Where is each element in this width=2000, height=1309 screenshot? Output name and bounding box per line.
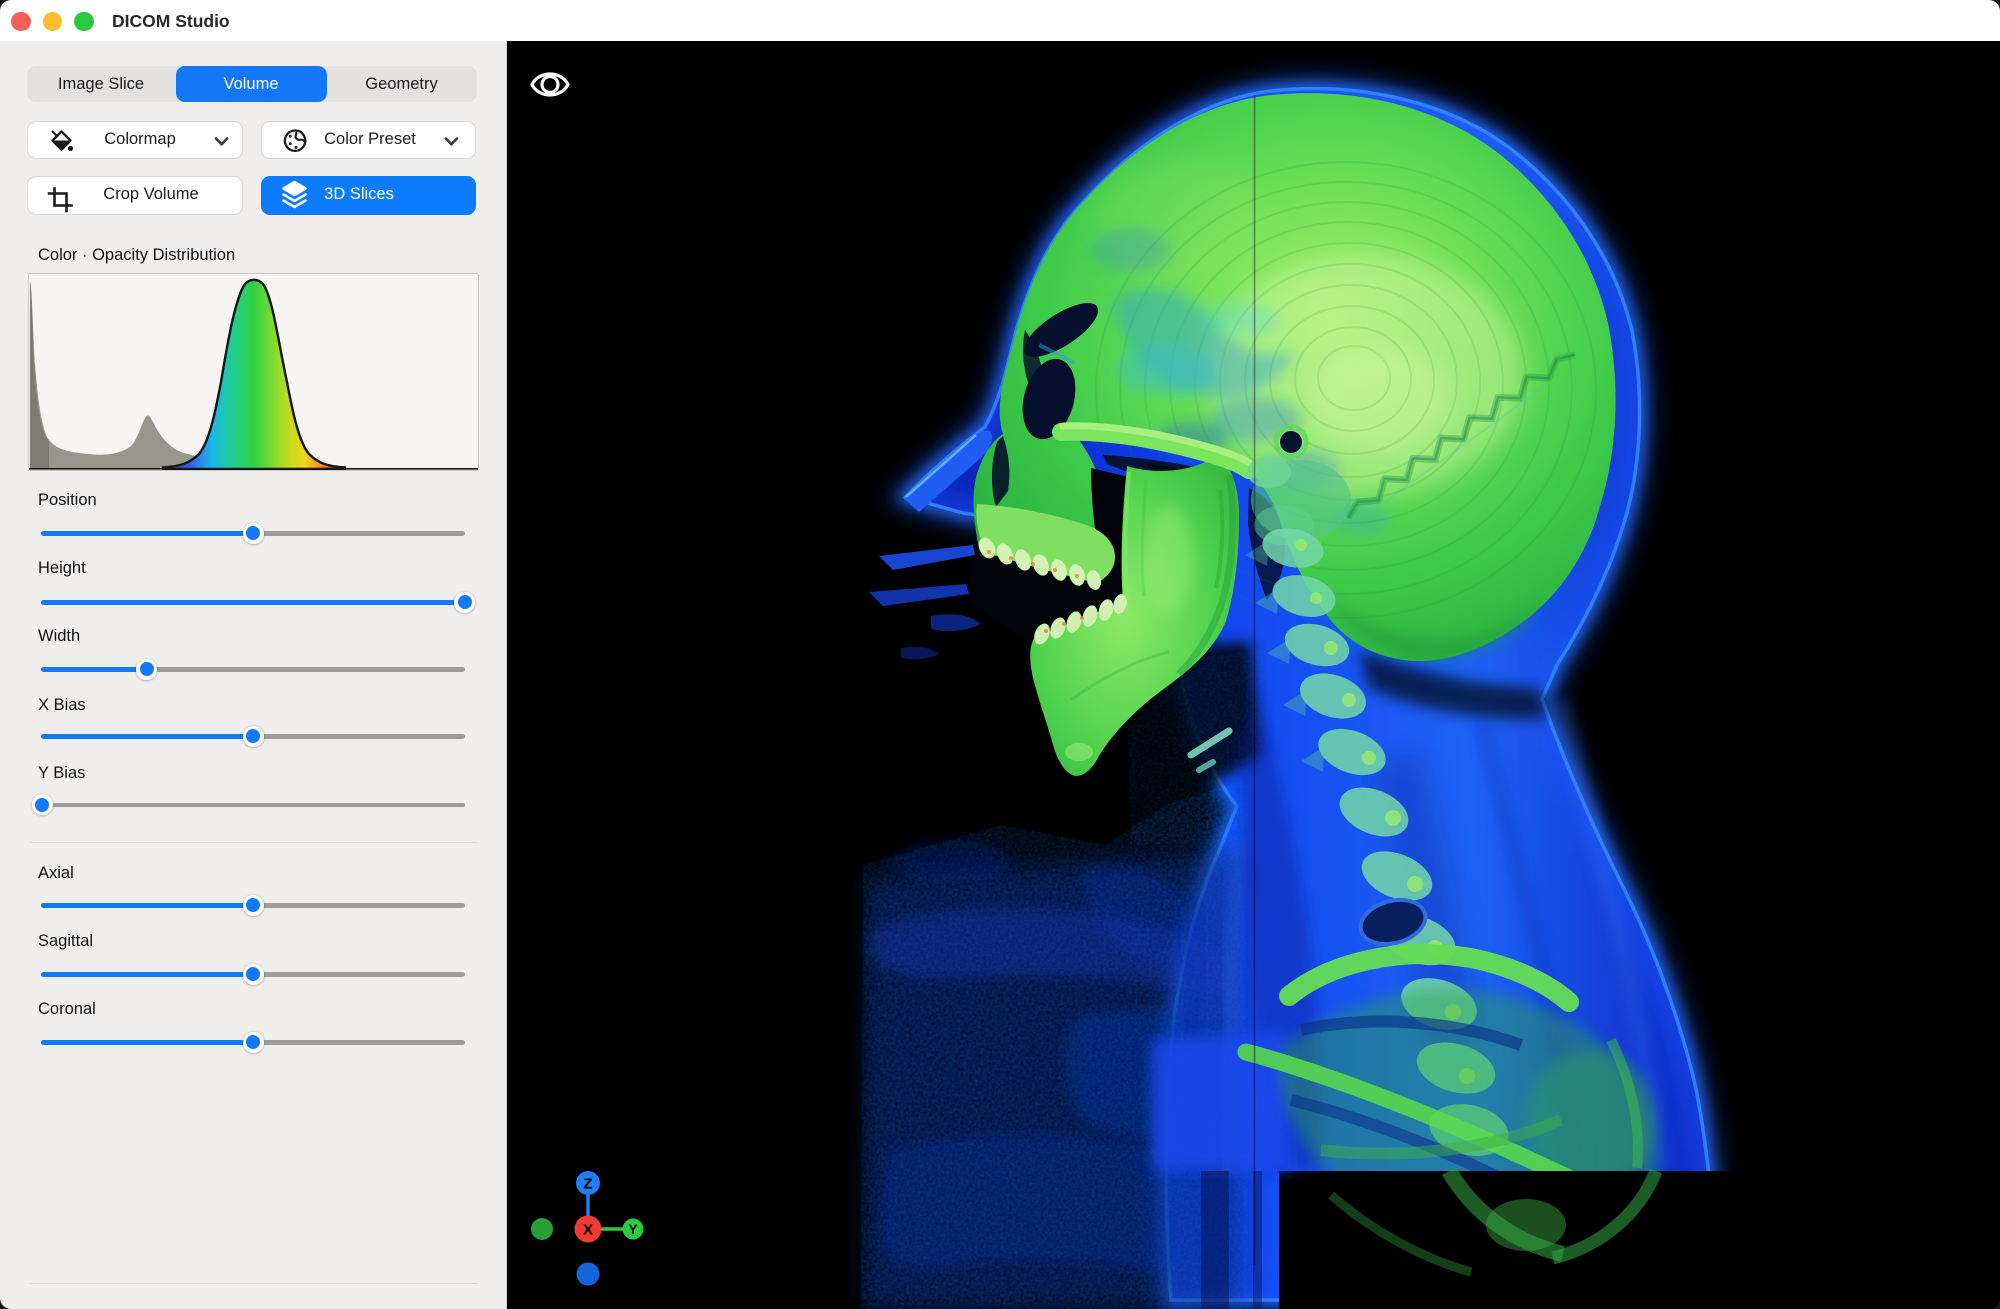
svg-text:X: X — [583, 1222, 593, 1239]
svg-text:Z: Z — [583, 1176, 592, 1193]
svg-text:Y: Y — [628, 1222, 637, 1237]
